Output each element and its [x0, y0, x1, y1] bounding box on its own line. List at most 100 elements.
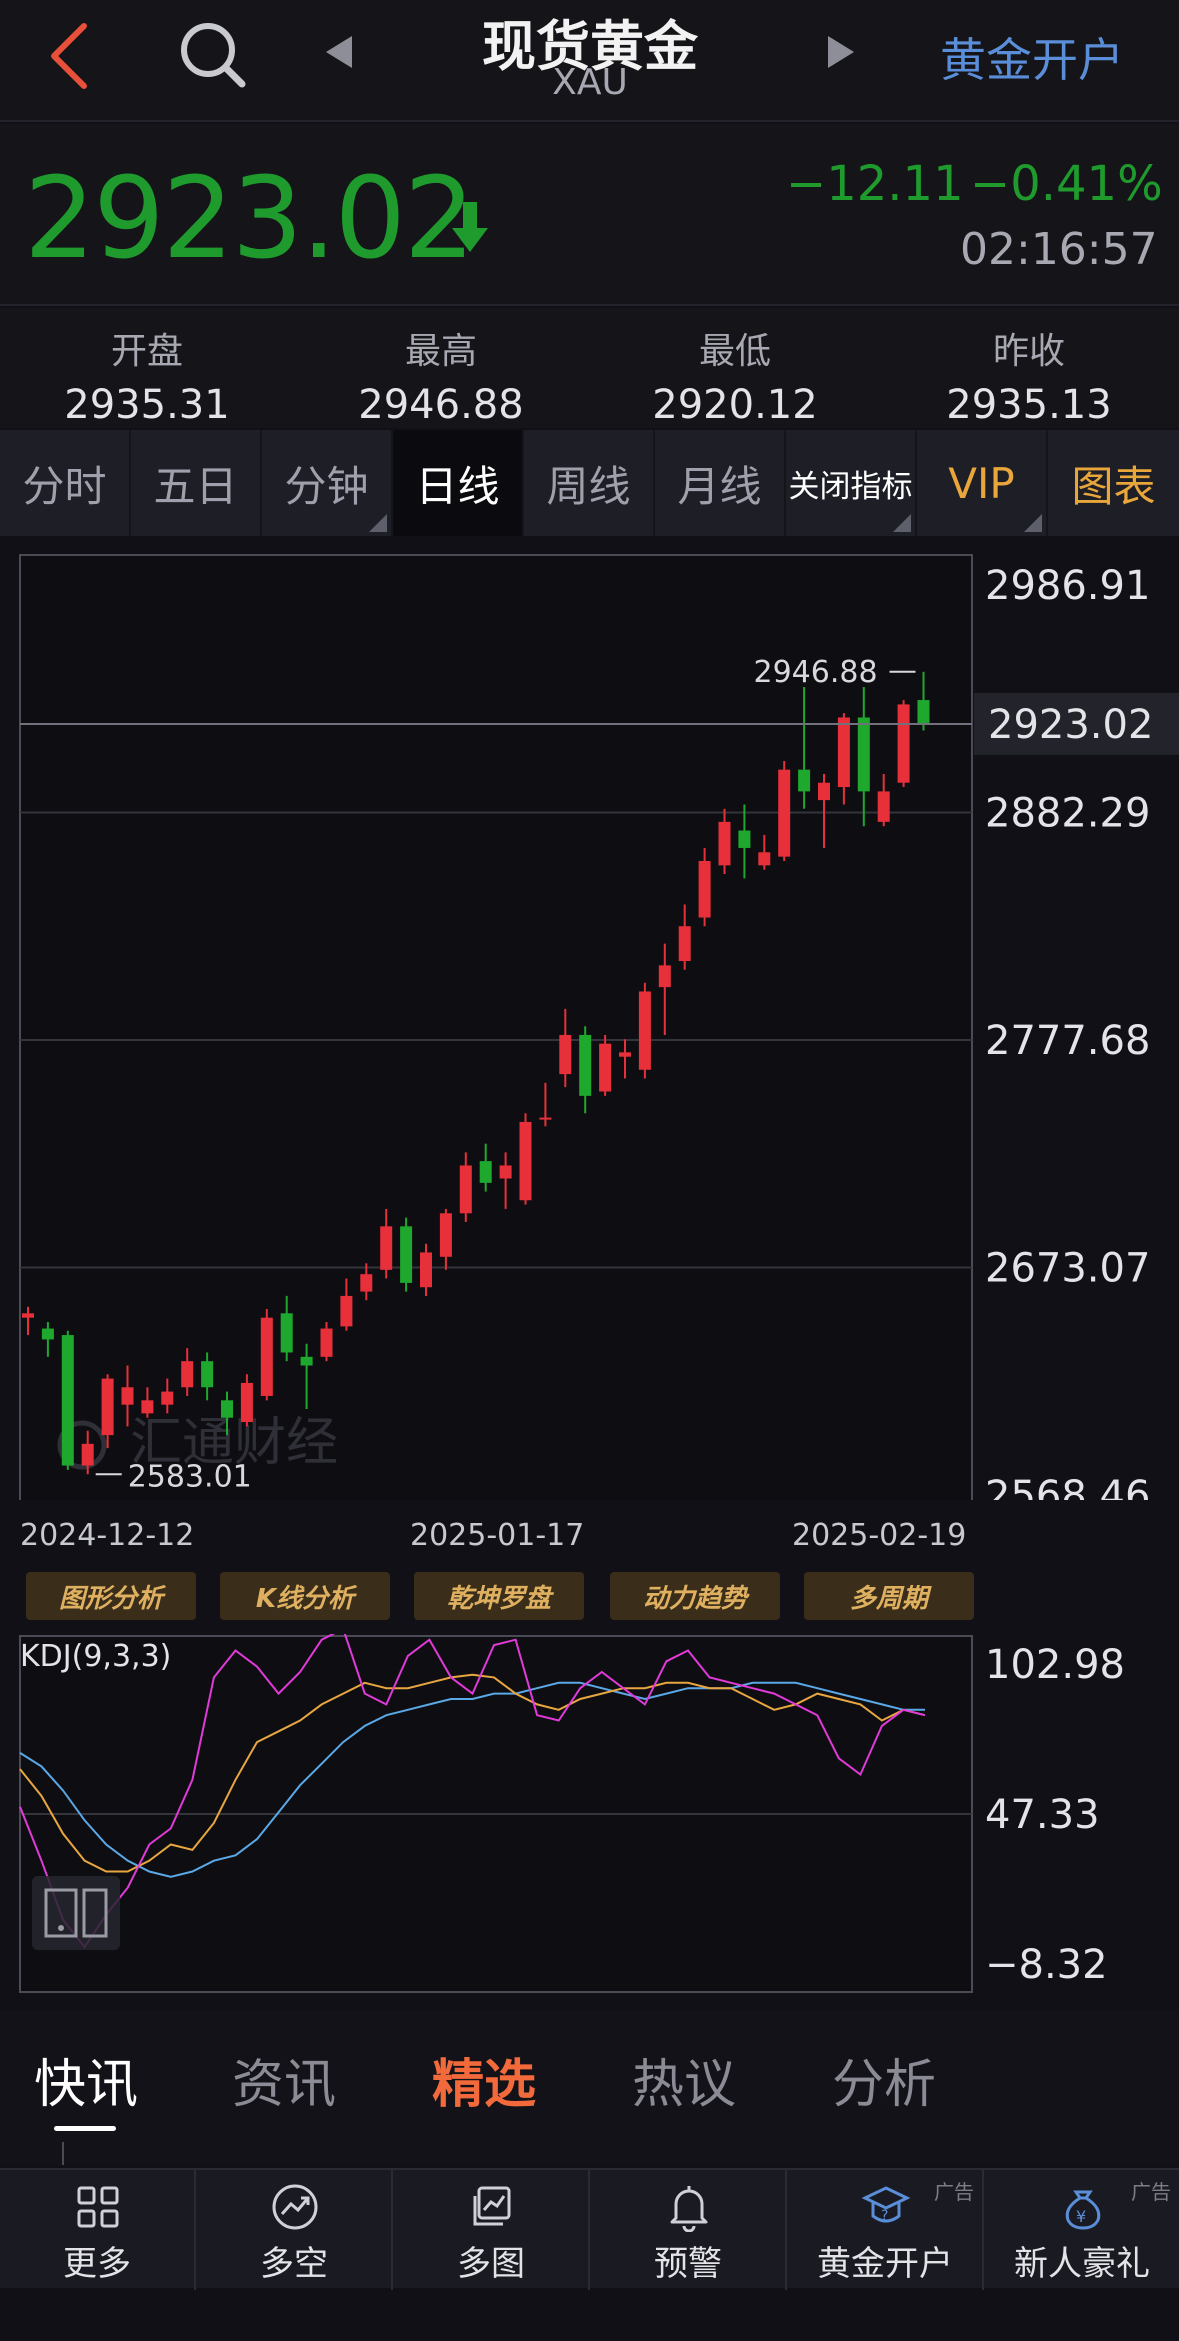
bottom-nav: 更多 多空 多图 预警 广告 ? 黄金开户 广告 ¥ 新人豪礼: [0, 2168, 1179, 2290]
page-subtitle: XAU: [552, 62, 628, 103]
grid-icon: [77, 2186, 119, 2228]
period-tabs: 分时 五日 分钟 日线 周线 月线 关闭指标 VIP 图表: [0, 430, 1179, 536]
news-tab-flash[interactable]: 快讯: [34, 2042, 138, 2117]
candle: [778, 760, 791, 861]
nav-more[interactable]: 更多: [0, 2170, 196, 2290]
news-tab-analysis[interactable]: 分析: [832, 2042, 936, 2117]
tool-kline-analysis[interactable]: K线分析: [220, 1572, 390, 1620]
candle: [638, 982, 651, 1079]
tab-weekly[interactable]: 周线: [524, 430, 655, 536]
stat-label: 昨收: [992, 331, 1065, 372]
stat-open: 开盘 2935.31: [0, 308, 294, 428]
fullscreen-toggle-icon[interactable]: [32, 1876, 120, 1950]
nav-gold-account[interactable]: 广告 ? 黄金开户: [788, 2170, 984, 2290]
stat-prev-close: 昨收 2935.13: [882, 308, 1176, 428]
quote-panel: 2923.02 −12.11 −0.41% 02:16:57: [0, 124, 1179, 306]
svg-text:?: ?: [881, 2208, 888, 2224]
tab-intraday[interactable]: 分时: [0, 430, 131, 536]
stat-value: 2935.31: [64, 382, 230, 428]
y-tick-label: 102.98: [985, 1642, 1125, 1688]
stat-value: 2935.13: [946, 382, 1112, 428]
quote-time: 02:16:57: [960, 224, 1158, 275]
low-annotation: 2583.01: [128, 1459, 252, 1494]
x-label-end: 2025-02-19: [792, 1518, 967, 1553]
trend-circle-icon: [272, 2184, 318, 2230]
price-change: −12.11: [786, 156, 964, 212]
tool-momentum[interactable]: 动力趋势: [610, 1572, 780, 1620]
news-tabs: 快讯 资讯 精选 热议 分析: [0, 2010, 1179, 2165]
tab-daily[interactable]: 日线: [393, 430, 524, 536]
last-price: 2923.02: [24, 154, 475, 284]
header-bar: 现货黄金 XAU 黄金开户: [0, 0, 1179, 122]
ad-badge: 广告: [934, 2180, 974, 2204]
search-icon[interactable]: [176, 18, 248, 90]
back-icon[interactable]: [44, 20, 92, 92]
nav-label: 新人豪礼: [1014, 2244, 1150, 2284]
y-tick-label: 2673.07: [985, 1246, 1150, 1292]
y-tick-label: 2882.29: [985, 791, 1150, 837]
dropdown-corner-icon: [369, 514, 387, 532]
y-tick-label: 2568.46: [985, 1473, 1150, 1500]
kdj-title: KDJ(9,3,3): [20, 1639, 171, 1674]
current-price-label: 2923.02: [988, 702, 1153, 748]
candle: [400, 1217, 413, 1292]
tab-chart[interactable]: 图表: [1048, 430, 1179, 536]
tab-close-indicators[interactable]: 关闭指标: [786, 430, 917, 536]
candle: [897, 700, 910, 788]
x-label-mid: 2025-01-17: [410, 1518, 585, 1553]
candle: [519, 1113, 532, 1205]
multi-chart-icon: [473, 2186, 511, 2226]
tab-label: 关闭指标: [788, 468, 913, 505]
nav-label: 多图: [457, 2244, 525, 2284]
kdj-y-axis: 102.98 47.33 −8.32: [985, 1642, 1125, 1988]
dropdown-corner-icon: [1024, 514, 1042, 532]
tab-minute[interactable]: 分钟: [262, 430, 393, 536]
candle: [599, 1034, 612, 1096]
stat-value: 2946.88: [358, 382, 524, 428]
stats-row: 开盘 2935.31 最高 2946.88 最低 2920.12 昨收 2935…: [0, 308, 1179, 428]
x-label-start: 2024-12-12: [20, 1518, 195, 1553]
nav-alert[interactable]: 预警: [591, 2170, 787, 2290]
tab-label: 分钟: [284, 461, 369, 511]
graduation-cap-icon: ?: [861, 2186, 911, 2224]
news-tab-news[interactable]: 资讯: [232, 2042, 336, 2117]
tool-multi-period[interactable]: 多周期: [804, 1572, 974, 1620]
dropdown-corner-icon: [893, 514, 911, 532]
nav-label: 更多: [63, 2244, 131, 2284]
tool-compass[interactable]: 乾坤罗盘: [414, 1572, 584, 1620]
kdj-chart[interactable]: KDJ(9,3,3) 102.98 47.33 −8.32: [0, 1634, 1179, 1998]
tab-monthly[interactable]: 月线: [655, 430, 786, 536]
nav-long-short[interactable]: 多空: [197, 2170, 393, 2290]
news-tab-featured[interactable]: 精选: [432, 2042, 536, 2117]
svg-text:¥: ¥: [1076, 2207, 1086, 2226]
nav-label: 黄金开户: [817, 2244, 953, 2284]
yuan-bag-icon: ¥: [1065, 2190, 1101, 2230]
candle: [61, 1330, 74, 1470]
y-tick-label: −8.32: [985, 1942, 1108, 1988]
nav-multi-chart[interactable]: 多图: [394, 2170, 590, 2290]
stat-label: 开盘: [110, 331, 183, 372]
candle: [260, 1308, 273, 1401]
stat-label: 最高: [404, 331, 477, 372]
next-instrument-icon[interactable]: [828, 36, 854, 68]
stat-value: 2920.12: [652, 382, 818, 428]
nav-label: 多空: [260, 2244, 328, 2284]
ad-badge: 广告: [1131, 2180, 1171, 2204]
y-tick-label: 2777.68: [985, 1018, 1150, 1064]
stat-high: 最高 2946.88: [294, 308, 588, 428]
tab-vip[interactable]: VIP: [917, 430, 1048, 536]
nav-new-user-gift[interactable]: 广告 ¥ 新人豪礼: [985, 2170, 1179, 2290]
tool-pattern-analysis[interactable]: 图形分析: [26, 1572, 196, 1620]
tab-five-day[interactable]: 五日: [131, 430, 262, 536]
active-tab-indicator: [54, 2126, 116, 2131]
y-tick-label: 2986.91: [985, 563, 1150, 609]
news-tab-discussion[interactable]: 热议: [632, 2042, 736, 2117]
open-account-link[interactable]: 黄金开户: [940, 24, 1124, 90]
timeline-line: [62, 2142, 64, 2165]
candlestick-chart[interactable]: 汇通财经 2986.912882.292777.682673.072568.46…: [0, 540, 1179, 1500]
down-arrow-icon: [452, 202, 488, 252]
stat-label: 最低: [698, 331, 771, 372]
y-tick-label: 47.33: [985, 1792, 1100, 1838]
stat-low: 最低 2920.12: [588, 308, 882, 428]
bell-icon: [670, 2186, 708, 2232]
